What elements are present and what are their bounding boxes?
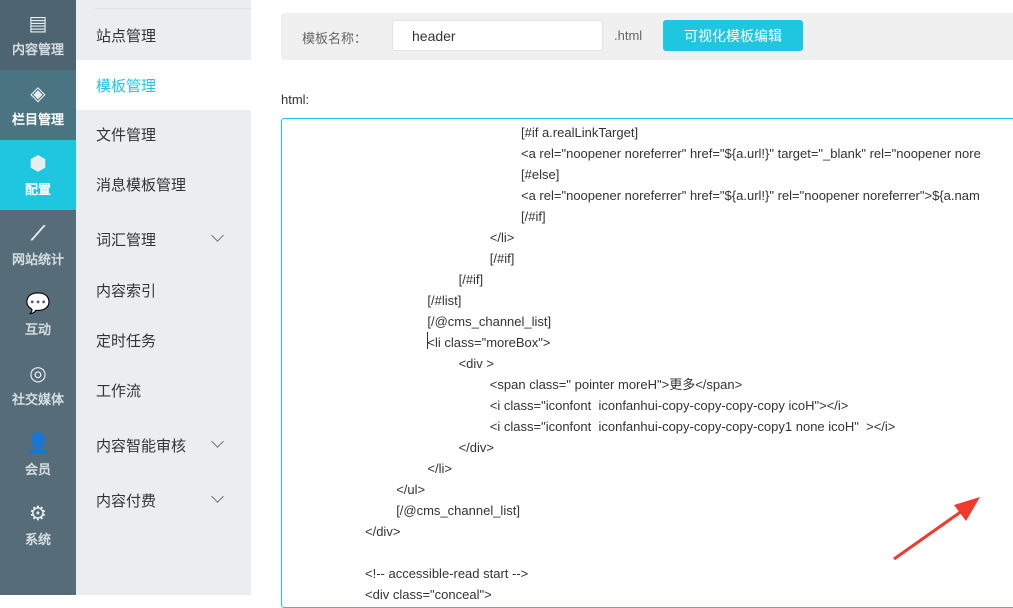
code-line: [/@cms_channel_list] [396,503,520,518]
submenu-item-label: 内容索引 [96,282,157,300]
nav-item-label: 会员 [24,461,51,477]
main-nav: ▤ 内容管理 ◈ 栏目管理 ⬢ 配置 ⟋ 网站统计 💬 互动 ◎ 社交媒体 👤 会员 ⚙ 系统 [0,0,76,595]
html-code-editor[interactable]: <div class="conceal"> <!-- accessible-rea… [281,118,1013,608]
nav-item-4[interactable]: ⟋ 网站统计 [0,210,76,280]
submenu-item[interactable]: 内容付费 [76,475,251,525]
code-line: [/#if] [521,209,546,224]
submenu-item-label: 站点管理 [96,27,157,45]
layers-icon: ◈ [30,82,46,105]
code-line: [/#if] [458,272,484,287]
submenu-item-label: 定时任务 [96,332,157,350]
nav-item-label: 网站统计 [11,251,64,267]
nav-item-label: 配置 [24,181,51,197]
submenu-item-label: 词汇管理 [96,231,157,249]
nav-item-label: 系统 [24,531,51,547]
code-line: <a rel="noopener noreferrer" href="${a.u… [521,188,980,203]
submenu-item[interactable]: 站点管理 [76,10,251,60]
nav-item-3[interactable]: ⬢ 配置 [0,140,76,210]
submenu-item[interactable]: 模板管理 [76,60,251,110]
submenu-item-label: 文件管理 [96,126,157,144]
code-line: [/@cms_channel_list] [427,314,552,329]
submenu-item-label: 模板管理 [96,77,157,95]
nav-item-5[interactable]: 💬 互动 [0,280,76,350]
nav-item-label: 内容管理 [11,41,64,57]
document-edit-icon: ▤ [28,12,48,35]
code-line: </li> [489,230,515,245]
submenu-item[interactable]: 文件管理 [76,109,251,159]
submenu-item-label: 工作流 [96,382,142,400]
visual-edit-button[interactable]: 可视化模板编辑 [663,20,803,51]
code-line: <div > [458,356,495,371]
submenu-item-label: 内容付费 [96,492,157,510]
chevron-down-icon[interactable] [211,229,224,242]
nav-item-8[interactable]: ⚙ 系统 [0,490,76,560]
chevron-down-icon[interactable] [211,435,224,448]
template-name-bar: 模板名称： .html 可视化模板编辑 [281,13,1013,60]
code-line: <li class="moreBox"> [427,335,551,350]
nav-item-label: 栏目管理 [11,111,64,127]
nav-item-1[interactable]: ▤ 内容管理 [0,0,76,70]
code-line: <!-- accessible-read start --> [365,566,529,581]
submenu-item-label: 消息模板管理 [96,176,187,194]
extension-label: .html [614,28,643,43]
template-name-label: 模板名称： [302,31,368,46]
nav-item-6[interactable]: ◎ 社交媒体 [0,350,76,420]
gear-icon: ⚙ [29,502,47,525]
submenu-item[interactable]: 内容索引 [76,265,251,315]
code-line: </ul> [396,482,426,497]
nav-item-2[interactable]: ◈ 栏目管理 [0,70,76,140]
nav-item-label: 互动 [24,321,51,337]
code-line: <span class=" pointer moreH">更多</span> [489,377,743,392]
code-line: </li> [427,461,452,476]
nav-item-7[interactable]: 👤 会员 [0,420,76,490]
red-arrow-annotation [893,497,980,561]
code-line: </div> [365,524,401,539]
submenu-item[interactable]: 消息模板管理 [76,159,251,209]
code-line: [#if a.realLinkTarget] [521,125,639,140]
config-submenu: 站点管理模板管理文件管理消息模板管理 词汇管理内容索引定时任务工作流内容智能审核内… [76,0,251,595]
social-icon: ◎ [29,362,47,385]
code-line: <a rel="noopener noreferrer" href="${a.u… [521,146,981,161]
template-name-input[interactable] [392,20,603,51]
chevron-down-icon[interactable] [211,490,224,503]
divider [95,8,251,9]
nav-item-label: 社交媒体 [11,391,64,407]
code-line: </div> [458,440,495,455]
code-line: <i class="iconfont iconfanhui-copy-copy-… [489,398,849,413]
chat-icon: 💬 [25,292,51,315]
html-label: html: [281,92,310,107]
submenu-item[interactable]: 定时任务 [76,315,251,365]
code-line: [/#list] [427,293,462,308]
code-line: <i class="iconfont iconfanhui-copy-copy-… [489,419,896,434]
code-line: [#else] [521,167,560,182]
code-line: [/#if] [489,251,515,266]
member-icon: 👤 [25,432,51,455]
submenu-item[interactable]: 工作流 [76,365,251,415]
submenu-item-label: 内容智能审核 [96,437,187,455]
submenu-item[interactable]: 内容智能审核 [76,420,251,470]
submenu-item[interactable]: 词汇管理 [76,214,251,264]
cube-icon: ⬢ [29,152,47,175]
text-cursor [427,332,428,349]
line-chart-icon: ⟋ [31,222,45,245]
